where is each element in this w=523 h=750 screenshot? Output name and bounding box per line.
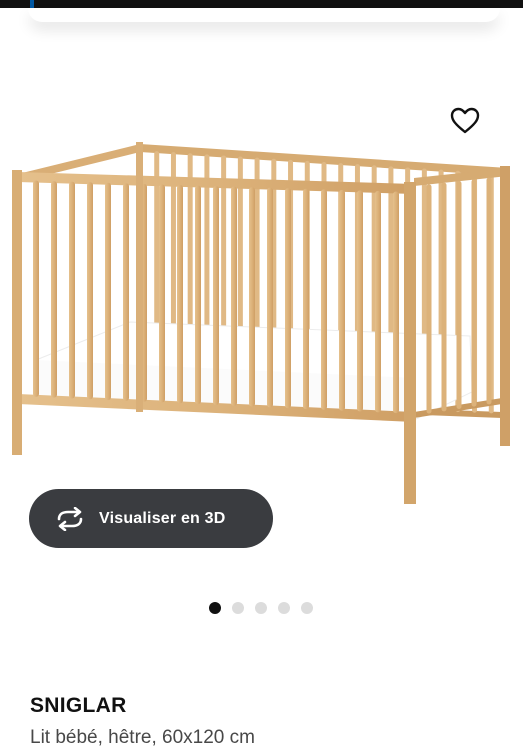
header-shadow bbox=[28, 8, 500, 22]
carousel-dot[interactable] bbox=[255, 602, 267, 614]
top-bar bbox=[0, 0, 523, 8]
carousel-dot[interactable] bbox=[209, 602, 221, 614]
crib-slat bbox=[177, 184, 183, 404]
carousel-dot[interactable] bbox=[301, 602, 313, 614]
carousel-dot[interactable] bbox=[278, 602, 290, 614]
crib-slat bbox=[321, 189, 327, 410]
crib-slat bbox=[441, 182, 447, 412]
carousel-dots bbox=[209, 602, 313, 614]
crib-slat bbox=[159, 184, 165, 403]
crib-slat bbox=[249, 187, 255, 407]
product-image bbox=[12, 142, 510, 504]
crib-slat bbox=[357, 190, 363, 412]
crib-slat bbox=[471, 179, 477, 407]
crib-slat bbox=[123, 183, 129, 401]
crib-slat bbox=[105, 182, 111, 401]
crib bbox=[12, 142, 510, 504]
crib-slat bbox=[51, 181, 57, 398]
crib-slat bbox=[33, 180, 39, 397]
carousel-dot[interactable] bbox=[232, 602, 244, 614]
crib-slat bbox=[393, 191, 399, 414]
crib-slat bbox=[195, 185, 201, 405]
crib-slat bbox=[69, 181, 75, 399]
crib-slat bbox=[285, 188, 291, 409]
crib-slat bbox=[231, 186, 237, 406]
heart-outline-icon bbox=[450, 107, 480, 134]
crib-slat bbox=[456, 181, 462, 409]
crib-slat bbox=[213, 186, 219, 405]
favorite-button[interactable] bbox=[448, 104, 482, 138]
crib-slat bbox=[375, 190, 381, 413]
product-description: Lit bébé, hêtre, 60x120 cm bbox=[30, 727, 255, 748]
view-3d-label: Visualiser en 3D bbox=[99, 509, 226, 527]
crib-slat bbox=[426, 184, 432, 414]
view-3d-button[interactable]: Visualiser en 3D bbox=[29, 489, 273, 548]
crib-slat bbox=[486, 177, 492, 405]
crib-slat bbox=[339, 189, 345, 411]
crib-slat bbox=[87, 182, 93, 400]
crib-slat bbox=[303, 188, 309, 410]
product-name: SNIGLAR bbox=[30, 694, 127, 717]
rotate-3d-icon bbox=[57, 506, 83, 531]
crib-slat bbox=[267, 187, 273, 408]
